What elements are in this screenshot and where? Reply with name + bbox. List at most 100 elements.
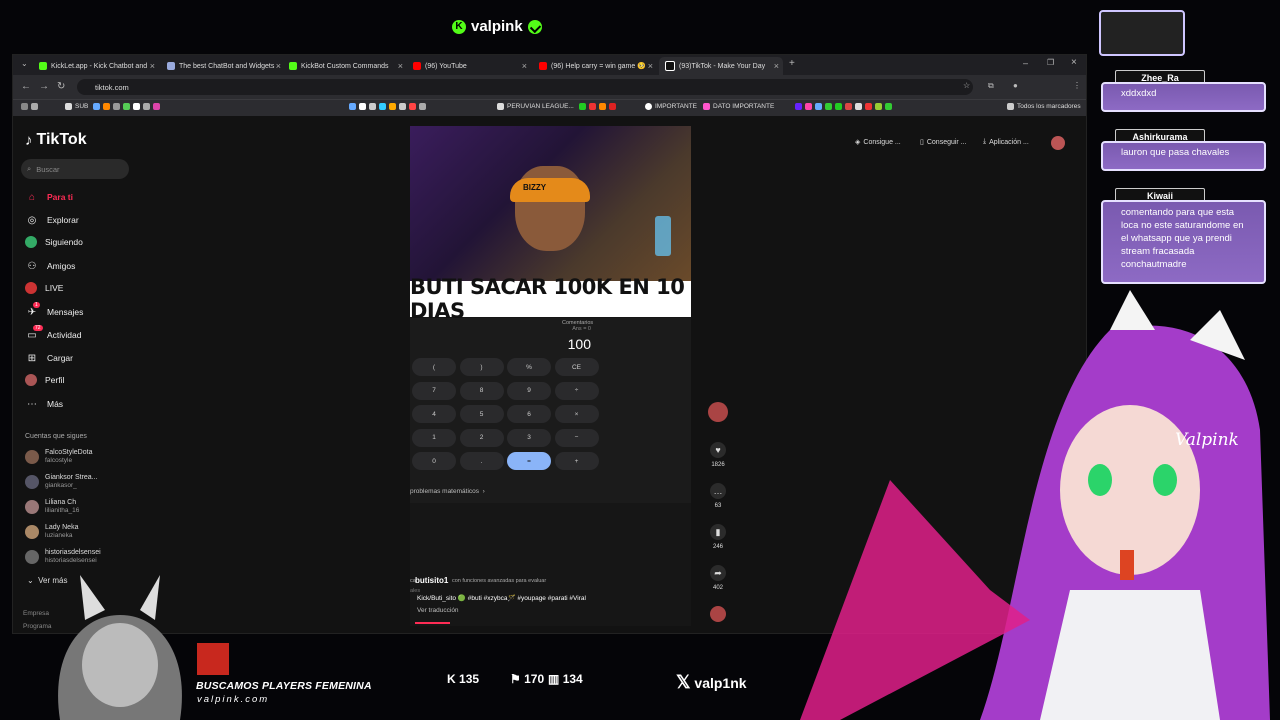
nav-para-ti[interactable]: ⌂ Para ti (25, 190, 73, 204)
nav-live[interactable]: LIVE (25, 282, 63, 294)
bookmark-sub[interactable]: SUB (65, 103, 88, 110)
bookmark-icons-4[interactable] (795, 103, 892, 110)
tab-search-icon[interactable]: ⌄ (21, 59, 28, 68)
close-icon[interactable]: × (150, 61, 155, 71)
close-window-icon[interactable]: × (1071, 57, 1077, 68)
calc-key[interactable]: = (507, 452, 551, 470)
calc-key[interactable]: 0 (412, 452, 456, 470)
nav-siguiendo[interactable]: Siguiendo (25, 236, 83, 248)
bookmark-importante[interactable]: IMPORTANTE (645, 103, 697, 110)
calc-key[interactable]: + (554, 452, 599, 470)
video-player[interactable]: BIZZY BUTI SACAR 100K EN 10 DIAS Ans = 0… (410, 126, 691, 626)
calc-key[interactable]: × (554, 405, 599, 423)
calc-key[interactable]: 1 (412, 428, 456, 447)
following-account[interactable]: Liliana Ch lilianitha_16 (25, 499, 79, 515)
back-icon[interactable]: ← (21, 81, 31, 92)
video-progress[interactable] (415, 622, 450, 624)
get-coins-button[interactable]: ◈ Consigue ... (855, 138, 901, 147)
problems-link[interactable]: problemas matemáticos › (410, 488, 485, 495)
following-account[interactable]: Gianksor Strea... giankasor_ (25, 474, 98, 490)
see-translation[interactable]: Ver traducción (417, 607, 459, 614)
tab-youtube-2[interactable]: (96) Help carry = win game 🥺 × (533, 57, 657, 75)
outfit (1040, 590, 1220, 720)
close-icon[interactable]: × (276, 61, 281, 71)
video-author[interactable]: butisito1 (415, 576, 448, 585)
calc-key[interactable]: 3 (507, 428, 551, 447)
cap (510, 178, 590, 202)
tab-tiktok[interactable]: (93)TikTok - Make Your Day × (659, 57, 783, 75)
youtube-icon (413, 62, 421, 70)
nav-mas[interactable]: ⋯ Más (25, 397, 63, 411)
calc-key[interactable]: ( (412, 358, 456, 376)
calc-key[interactable]: − (554, 428, 599, 447)
vtuber-avatar: Valpink (800, 290, 1270, 720)
close-icon[interactable]: × (398, 61, 403, 71)
bookmark-dato[interactable]: DATO IMPORTANTE (703, 103, 774, 110)
calc-key[interactable]: 7 (412, 381, 456, 400)
extensions-icon[interactable]: ⧉ (988, 81, 994, 91)
calc-key[interactable]: 5 (459, 405, 504, 423)
desc-prefix: ca (410, 578, 416, 584)
bookmark-icons-3[interactable] (579, 103, 616, 110)
reload-icon[interactable]: ↻ (57, 81, 65, 92)
calc-key[interactable]: 9 (507, 381, 551, 400)
like-thumb-icon: ⚑ (510, 672, 521, 686)
get-app-button[interactable]: ▯ Conseguir ... (920, 138, 967, 147)
calc-key[interactable]: ) (459, 358, 504, 376)
calc-key[interactable]: % (507, 358, 551, 376)
tiktok-logo[interactable]: ♪ TikTok (25, 131, 87, 149)
bookmark-apps[interactable] (21, 103, 38, 110)
url-input[interactable]: tiktok.com (77, 79, 973, 95)
calc-key[interactable]: ÷ (554, 381, 599, 400)
tab-kicklet[interactable]: KickLet.app - Kick Chatbot and × (33, 57, 159, 75)
nav-amigos[interactable]: ⚇ Amigos (25, 259, 76, 273)
close-icon[interactable]: × (648, 61, 653, 71)
music-disc[interactable] (705, 606, 731, 626)
close-icon[interactable]: × (522, 61, 527, 71)
new-tab-icon[interactable]: + (789, 58, 795, 69)
account-name: historiasdelsensei (45, 549, 101, 556)
profile-icon[interactable]: ● (1013, 81, 1018, 90)
music-disc-icon (710, 606, 726, 622)
close-icon[interactable]: × (774, 61, 779, 71)
tab-chatbot[interactable]: The best ChatBot and Widgets × (161, 57, 285, 75)
minimize-icon[interactable]: – (1023, 58, 1028, 68)
bookmark-icons-2[interactable] (349, 103, 426, 110)
search-input[interactable]: ⌕ Buscar (21, 159, 129, 179)
desktop-app-button[interactable]: ⤓ Aplicación ... (983, 138, 1029, 146)
save-button[interactable]: ▮ 246 (705, 524, 731, 550)
x-handle-text: valp1nk (694, 675, 747, 691)
share-button[interactable]: ➦ 402 (705, 565, 731, 591)
calc-key[interactable]: 4 (412, 405, 456, 423)
like-button[interactable]: ♥ 1826 (705, 442, 731, 468)
maximize-icon[interactable]: ❐ (1047, 58, 1054, 67)
tab-kickbot[interactable]: KickBot Custom Commands × (283, 57, 407, 75)
user-avatar[interactable] (1051, 136, 1065, 150)
kick-count: 135 (459, 672, 480, 686)
comment-button[interactable]: … 63 (705, 483, 731, 509)
account-user: historiasdelsensei (45, 557, 97, 564)
calc-key[interactable]: 6 (507, 405, 551, 423)
calc-key[interactable]: . (459, 452, 504, 470)
menu-icon[interactable]: ⋮ (1073, 81, 1081, 90)
creator-avatar[interactable] (705, 402, 731, 426)
bookmark-icons[interactable] (93, 103, 160, 110)
bookmark-all[interactable]: Todos los marcadores (1007, 103, 1081, 110)
following-account[interactable]: historiasdelsensei historiasdelsensei (25, 549, 101, 565)
share-icon: ➦ (710, 565, 726, 581)
comment-icon: … (710, 483, 726, 499)
nav-perfil[interactable]: Perfil (25, 374, 64, 386)
calc-key[interactable]: 8 (459, 381, 504, 400)
forward-icon[interactable]: → (39, 81, 49, 92)
nav-explorar[interactable]: ◎ Explorar (25, 213, 79, 227)
chat-text: comentando para que esta loca no este sa… (1121, 207, 1244, 270)
following-account[interactable]: Lady Neka luzianeka (25, 524, 78, 540)
calc-key[interactable]: 2 (459, 428, 504, 447)
following-account[interactable]: FalcoStyleDota falcostyle (25, 449, 92, 465)
calc-key[interactable]: CE (554, 358, 599, 376)
nav-cargar[interactable]: ⊞ Cargar (25, 351, 73, 365)
bookmark-peruvian[interactable]: PERUVIAN LEAGUE... (497, 103, 574, 110)
star-icon[interactable]: ☆ (963, 81, 970, 90)
tab-youtube[interactable]: (96) YouTube × (407, 57, 531, 75)
account-name: Gianksor Strea... (45, 474, 98, 481)
